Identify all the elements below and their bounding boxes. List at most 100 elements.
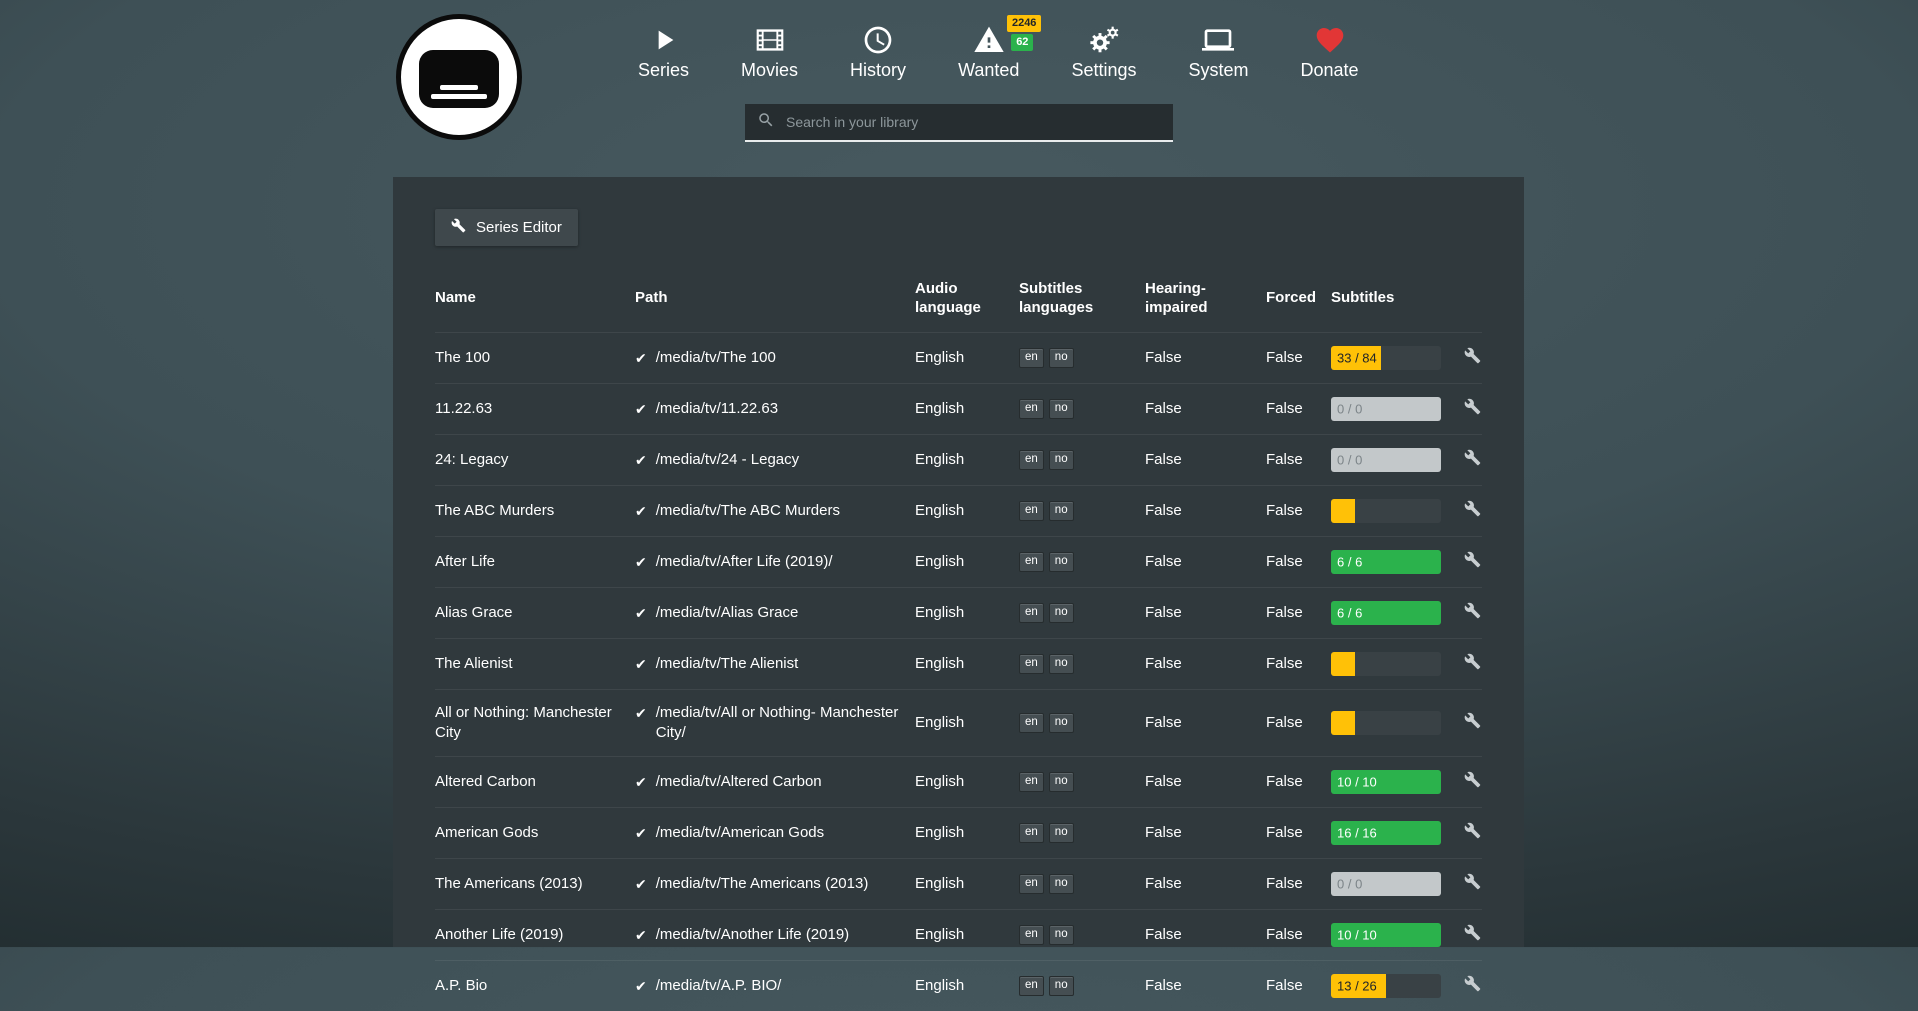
nav-settings[interactable]: Settings [1045, 22, 1162, 81]
series-table: Name Path Audio language Subtitles langu… [435, 272, 1482, 1011]
series-table-body: The 100 ✔ /media/tv/The 100 English enno… [435, 332, 1482, 1011]
hearing-impaired-value: False [1145, 773, 1182, 790]
nav-donate[interactable]: Donate [1275, 22, 1385, 81]
nav-system[interactable]: System [1162, 22, 1274, 81]
logo-subtitle-line-top [440, 85, 478, 90]
language-badge: no [1049, 823, 1074, 843]
subtitles-progress-bar: 0 / 0 [1331, 448, 1441, 472]
actions-cell [1464, 536, 1482, 587]
series-path: /media/tv/Another Life (2019) [656, 925, 849, 945]
heart-icon [1314, 22, 1346, 58]
subtitles-progress-bar [1331, 711, 1441, 735]
warning-icon [973, 22, 1005, 58]
subtitles-progress-cell [1331, 485, 1464, 536]
language-badge: no [1049, 450, 1074, 470]
series-name-cell: The Alienist [435, 638, 635, 689]
series-name: 11.22.63 [435, 400, 492, 417]
forced-cell: False [1266, 587, 1331, 638]
edit-series-wrench-button[interactable] [1464, 500, 1481, 517]
forced-cell: False [1266, 689, 1331, 756]
header-name: Name [435, 272, 635, 332]
check-icon: ✔ [635, 874, 647, 894]
series-path: /media/tv/A.P. BIO/ [656, 976, 782, 996]
check-icon: ✔ [635, 654, 647, 674]
check-icon: ✔ [635, 552, 647, 572]
hearing-impaired-value: False [1145, 349, 1182, 366]
check-icon: ✔ [635, 603, 647, 623]
series-editor-panel: Series Editor Name Path Audio language S… [393, 177, 1524, 947]
subtitles-progress-bar: 0 / 0 [1331, 872, 1441, 896]
audio-language-value: English [915, 553, 964, 570]
hearing-impaired-value: False [1145, 824, 1182, 841]
bazarr-logo[interactable] [396, 14, 522, 140]
table-row: All or Nothing: Manchester City ✔ /media… [435, 689, 1482, 756]
subtitles-progress-label: 6 / 6 [1337, 605, 1362, 620]
series-path: /media/tv/The Alienist [656, 654, 799, 674]
series-name-cell: The Americans (2013) [435, 858, 635, 909]
hearing-impaired-cell: False [1145, 587, 1266, 638]
series-path-cell: ✔ /media/tv/American Gods [635, 807, 915, 858]
language-badge: en [1019, 823, 1044, 843]
subtitles-progress-bar: 10 / 10 [1331, 923, 1441, 947]
subtitles-languages-cell: enno [1019, 858, 1145, 909]
edit-series-wrench-button[interactable] [1464, 653, 1481, 670]
subtitles-progress-cell: 10 / 10 [1331, 909, 1464, 960]
series-editor-button[interactable]: Series Editor [435, 209, 578, 246]
edit-series-wrench-button[interactable] [1464, 822, 1481, 839]
nav-history[interactable]: History [824, 22, 932, 81]
check-icon: ✔ [635, 501, 647, 521]
subtitles-languages-cell: enno [1019, 807, 1145, 858]
edit-series-wrench-button[interactable] [1464, 975, 1481, 992]
subtitles-languages-cell: enno [1019, 587, 1145, 638]
edit-series-wrench-button[interactable] [1464, 347, 1481, 364]
subtitles-progress-cell: 6 / 6 [1331, 587, 1464, 638]
actions-cell [1464, 485, 1482, 536]
series-name: Altered Carbon [435, 773, 536, 790]
subtitles-progress-label: 0 / 0 [1337, 401, 1362, 416]
series-name: The Americans (2013) [435, 875, 583, 892]
edit-series-wrench-button[interactable] [1464, 449, 1481, 466]
nav-movies-label: Movies [741, 60, 798, 81]
subtitles-progress-bar: 16 / 16 [1331, 821, 1441, 845]
language-badge: en [1019, 501, 1044, 521]
edit-series-wrench-button[interactable] [1464, 398, 1481, 415]
nav-movies[interactable]: Movies [715, 22, 824, 81]
series-path-cell: ✔ /media/tv/The Americans (2013) [635, 858, 915, 909]
series-name-cell: A.P. Bio [435, 960, 635, 1011]
hearing-impaired-value: False [1145, 977, 1182, 994]
subtitles-progress-label: 0 / 0 [1337, 876, 1362, 891]
subtitles-progress-label: 0 / 0 [1337, 452, 1362, 467]
hearing-impaired-cell: False [1145, 858, 1266, 909]
edit-series-wrench-button[interactable] [1464, 551, 1481, 568]
edit-series-wrench-button[interactable] [1464, 771, 1481, 788]
audio-language-value: English [915, 977, 964, 994]
search-input[interactable] [784, 113, 1161, 131]
series-name: The ABC Murders [435, 502, 554, 519]
subtitles-progress-fill [1331, 711, 1355, 735]
nav-settings-label: Settings [1071, 60, 1136, 81]
edit-series-wrench-button[interactable] [1464, 602, 1481, 619]
series-path-cell: ✔ /media/tv/All or Nothing- Manchester C… [635, 689, 915, 756]
subtitles-progress-label: 10 / 10 [1337, 774, 1377, 789]
series-path-cell: ✔ /media/tv/After Life (2019)/ [635, 536, 915, 587]
subtitles-progress-cell: 0 / 0 [1331, 434, 1464, 485]
language-badge: en [1019, 399, 1044, 419]
table-row: 24: Legacy ✔ /media/tv/24 - Legacy Engli… [435, 434, 1482, 485]
series-name: The 100 [435, 349, 490, 366]
subtitles-progress-cell [1331, 689, 1464, 756]
audio-language-value: English [915, 824, 964, 841]
subtitles-languages-cell: enno [1019, 909, 1145, 960]
edit-series-wrench-button[interactable] [1464, 924, 1481, 941]
table-row: 11.22.63 ✔ /media/tv/11.22.63 English en… [435, 383, 1482, 434]
series-name-cell: 11.22.63 [435, 383, 635, 434]
edit-series-wrench-button[interactable] [1464, 712, 1481, 729]
film-icon [754, 22, 786, 58]
subtitles-progress-bar: 6 / 6 [1331, 601, 1441, 625]
nav-wanted[interactable]: 2246 62 Wanted [932, 22, 1045, 81]
subtitles-progress-bar [1331, 499, 1441, 523]
forced-value: False [1266, 604, 1303, 621]
edit-series-wrench-button[interactable] [1464, 873, 1481, 890]
nav-series[interactable]: Series [612, 22, 715, 81]
forced-value: False [1266, 655, 1303, 672]
hearing-impaired-cell: False [1145, 485, 1266, 536]
